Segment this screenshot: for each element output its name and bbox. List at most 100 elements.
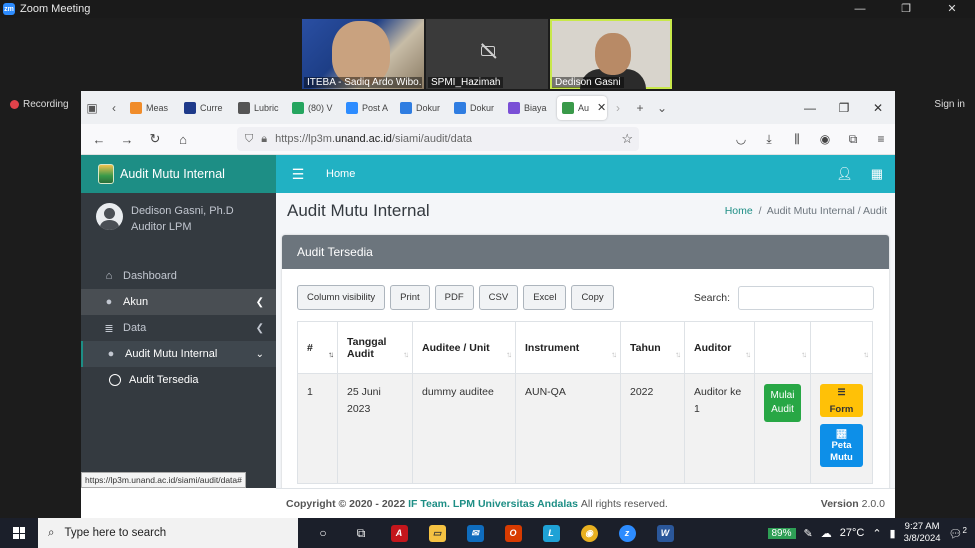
hamburger-icon[interactable]: ☰ <box>276 166 320 183</box>
search-placeholder: Type here to search <box>64 527 167 539</box>
chevron-up-icon[interactable]: ⌃ <box>872 527 881 540</box>
sidebar-item-audit-mutu-internal[interactable]: ● Audit Mutu Internal ⌄ <box>81 341 276 367</box>
column-header[interactable]: ↑↓ <box>754 321 811 374</box>
participant-video[interactable]: SPMI_Hazimah <box>426 19 548 89</box>
tab-close-icon[interactable]: ✕ <box>597 101 606 114</box>
chevron-left-icon: ❮ <box>255 296 264 308</box>
download-icon[interactable]: ⤓ <box>755 132 783 147</box>
browser-tab[interactable]: Curre <box>179 96 233 120</box>
pen-icon[interactable]: ✎ <box>804 527 813 540</box>
content: Audit Mutu Internal Home / Audit Mutu In… <box>276 193 895 488</box>
participant-video[interactable]: ITEBA - Sadiq Ardo Wibo... <box>302 19 424 89</box>
mulai-audit-button[interactable]: Mulai Audit <box>764 384 801 422</box>
back-icon[interactable]: ← <box>85 132 113 147</box>
tab-label: Dokur <box>470 102 495 113</box>
column-header[interactable]: Tanggal Audit ↑↓ <box>337 321 413 374</box>
csv-button[interactable]: CSV <box>478 285 519 310</box>
restore-icon[interactable]: ❐ <box>883 0 929 18</box>
tab-list-icon[interactable]: ⌄ <box>651 101 673 115</box>
pocket-icon[interactable]: ◡ <box>727 132 755 147</box>
browser-tab[interactable]: Dokur <box>449 96 503 120</box>
word-icon[interactable]: W <box>646 518 684 548</box>
menu-icon[interactable]: ≡ <box>867 132 895 147</box>
browser-tab[interactable]: Meas <box>125 96 179 120</box>
sidebar-item-data[interactable]: ≣ Data ❮ <box>81 315 276 341</box>
participant-video-active[interactable]: Dedison Gasni <box>550 19 672 89</box>
zoom-icon[interactable]: z <box>608 518 646 548</box>
brand[interactable]: Audit Mutu Internal <box>81 155 276 193</box>
new-tab-icon[interactable]: + <box>629 101 651 115</box>
column-header[interactable]: # ↑↓ <box>297 321 338 374</box>
column-header[interactable]: Auditee / Unit ↑↓ <box>412 321 516 374</box>
reload-icon[interactable]: ↻ <box>141 131 169 147</box>
speaker-icon[interactable]: ▮ <box>890 527 896 540</box>
browser-tab[interactable]: Lubric <box>233 96 287 120</box>
sort-icon: ↑↓ <box>403 350 409 359</box>
column-header[interactable]: Auditor ↑↓ <box>684 321 755 374</box>
minimize-icon[interactable]: — <box>793 101 827 115</box>
chrome-icon[interactable]: ◉ <box>570 518 608 548</box>
grid-icon[interactable]: ▦ <box>871 166 883 182</box>
home-icon[interactable]: ⌂ <box>169 132 197 147</box>
tab-scroll-left-icon[interactable]: ‹ <box>103 101 125 115</box>
weather-icon[interactable]: ☁ <box>821 527 832 540</box>
minimize-icon[interactable]: — <box>837 0 883 18</box>
browser-tab[interactable]: Dokur <box>395 96 449 120</box>
browser-tab[interactable]: (80) V <box>287 96 341 120</box>
form-button[interactable]: ☰ Form <box>820 384 863 417</box>
tab-scroll-right-icon[interactable]: › <box>607 101 629 115</box>
peta-mutu-label: Peta Mutu <box>830 439 853 463</box>
column-header[interactable]: Tahun ↑↓ <box>620 321 685 374</box>
user-icon[interactable]: 👤︎ <box>836 166 853 182</box>
breadcrumb-home[interactable]: Home <box>725 205 753 217</box>
sidebar-item-dashboard[interactable]: ⌂ Dashboard <box>81 263 276 289</box>
lock-icon[interactable]: 🔒︎ <box>261 133 267 146</box>
peta-mutu-button[interactable]: 📈︎ Peta Mutu <box>820 424 863 467</box>
bookmark-star-icon[interactable]: ☆ <box>621 131 633 147</box>
column-visibility-button[interactable]: Column visibility <box>297 285 386 310</box>
browser-tab[interactable]: Au ✕ <box>557 95 607 120</box>
url-bar[interactable]: ⛉ 🔒︎ https://lp3m.unand.ac.id/siami/audi… <box>237 127 639 151</box>
search-input[interactable] <box>738 285 874 310</box>
account-icon[interactable]: ◉ <box>811 132 839 147</box>
avatar <box>96 203 123 230</box>
sidebar-item-akun[interactable]: ● Akun ❮ <box>81 289 276 315</box>
temperature[interactable]: 27°C <box>840 527 865 539</box>
launcher-icon[interactable]: L <box>532 518 570 548</box>
file-explorer-icon[interactable]: ▭ <box>418 518 456 548</box>
taskbar-search[interactable]: ⌕ Type here to search <box>38 518 298 548</box>
mail-icon[interactable]: ✉ <box>456 518 494 548</box>
column-header[interactable]: Instrument ↑↓ <box>515 321 621 374</box>
signin-link[interactable]: Sign in <box>934 99 965 110</box>
browser-tab[interactable]: Post A <box>341 96 395 120</box>
pdf-button[interactable]: PDF <box>434 285 474 310</box>
battery-indicator[interactable]: 89% <box>767 527 796 539</box>
office-icon[interactable]: O <box>494 518 532 548</box>
sidebar-item-label: Akun <box>123 296 149 308</box>
tab-label: Curre <box>200 102 223 113</box>
recording-indicator[interactable]: Recording <box>10 99 69 110</box>
print-button[interactable]: Print <box>390 285 430 310</box>
topbar-home-link[interactable]: Home <box>326 168 355 180</box>
start-button[interactable] <box>0 527 38 539</box>
task-view-icon[interactable]: ⧉ <box>342 518 380 548</box>
tab-overview-icon[interactable]: ▣ <box>81 101 103 115</box>
restore-icon[interactable]: ❐ <box>827 101 861 115</box>
library-icon[interactable]: ⫼ <box>783 132 811 147</box>
cortana-icon[interactable]: ○ <box>304 518 342 548</box>
acrobat-icon[interactable]: A <box>380 518 418 548</box>
sidebar-subitem-audit-tersedia[interactable]: Audit Tersedia <box>81 367 276 393</box>
browser-tab[interactable]: Biaya <box>503 96 557 120</box>
clock[interactable]: 9:27 AM 3/8/2024 <box>904 521 941 545</box>
shield-icon[interactable]: ⛉ <box>245 133 253 146</box>
copy-button[interactable]: Copy <box>571 285 614 310</box>
table-header-row: # ↑↓ Tanggal Audit ↑↓ Auditee / Unit ↑↓ Ins… <box>297 321 873 374</box>
user-panel[interactable]: Dedison Gasni, Ph.D Auditor LPM <box>81 193 276 263</box>
close-icon[interactable]: ✕ <box>861 101 895 115</box>
forward-icon[interactable]: → <box>113 132 141 147</box>
notification-icon[interactable]: 💬︎2 <box>949 526 967 541</box>
column-header[interactable]: ↑↓ <box>810 321 873 374</box>
extensions-icon[interactable]: ⧉ <box>839 132 867 147</box>
close-icon[interactable]: ✕ <box>929 0 975 18</box>
excel-button[interactable]: Excel <box>523 285 567 310</box>
